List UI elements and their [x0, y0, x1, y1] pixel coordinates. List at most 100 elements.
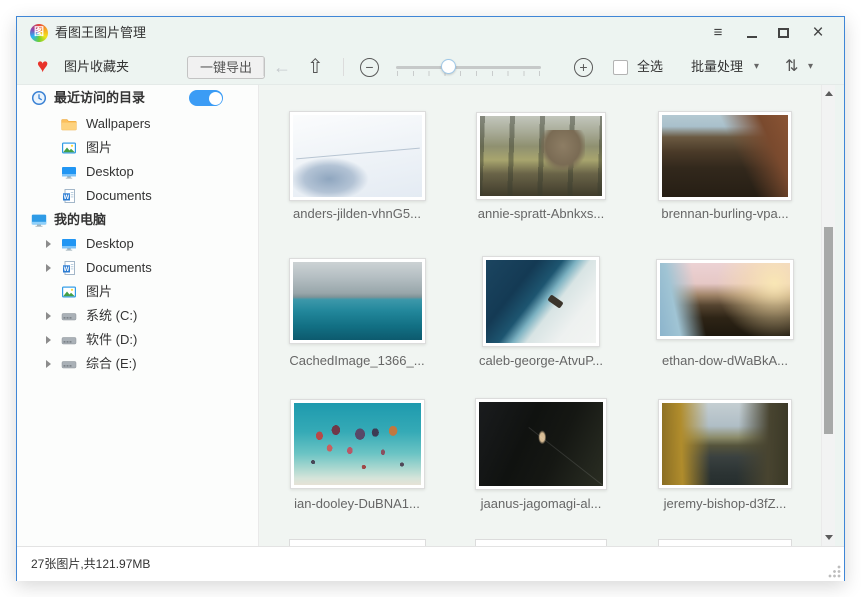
thumbnail-card-partial[interactable]	[289, 539, 426, 546]
thumbnail-card[interactable]	[290, 399, 425, 489]
back-button[interactable]: ←	[273, 49, 291, 85]
favorites-label[interactable]: 图片收藏夹	[64, 49, 129, 85]
export-button[interactable]: 一键导出	[187, 56, 265, 79]
thumbnail-filename[interactable]: caleb-george-AtvuP...	[451, 353, 631, 368]
expand-arrow-icon[interactable]	[46, 312, 51, 320]
scroll-up-icon[interactable]	[825, 91, 833, 96]
sidebar-header-computer[interactable]: 我的电脑	[17, 208, 259, 232]
sidebar-item-wallpapers[interactable]: Wallpapers	[17, 112, 259, 136]
thumbnail-card-partial[interactable]	[475, 539, 607, 546]
sidebar-item-label: 图片	[86, 280, 112, 304]
expand-arrow-icon[interactable]	[46, 336, 51, 344]
sidebar-item-drive-c[interactable]: 系统 (C:)	[17, 304, 259, 328]
thumbnail-filename[interactable]: jeremy-bishop-d3fZ...	[635, 496, 815, 511]
slider-ticks	[397, 71, 541, 76]
minimize-button[interactable]	[737, 17, 767, 49]
menu-button[interactable]: ≡	[703, 17, 733, 49]
pictures-icon	[61, 140, 77, 156]
thumbnail-card[interactable]	[482, 256, 600, 347]
slider-thumb[interactable]	[441, 59, 456, 74]
thumbnail-card-partial[interactable]	[658, 539, 792, 546]
clock-icon	[31, 90, 47, 106]
app-window: 图 看图王图片管理 ≡ × ♥ 图片收藏夹 一键导出 ← ⇧ − + 全选 批量…	[16, 16, 845, 581]
app-icon: 图	[30, 24, 48, 42]
recent-toggle[interactable]	[189, 90, 223, 106]
thumbnail-photo	[480, 116, 602, 196]
svg-text:W: W	[64, 267, 70, 273]
resize-grip[interactable]	[828, 565, 841, 578]
sidebar-item-computer-desktop[interactable]: Desktop	[17, 232, 259, 256]
computer-icon	[31, 212, 47, 228]
thumbnail-photo	[479, 402, 603, 486]
main-area: 最近访问的目录 Wallpapers 图片 Desktop W Document…	[17, 85, 844, 546]
thumbnail-card[interactable]	[289, 111, 426, 201]
sidebar-item-computer-documents[interactable]: W Documents	[17, 256, 259, 280]
thumbnail-photo	[294, 403, 421, 485]
thumbnail-filename[interactable]: ethan-dow-dWaBkA...	[635, 353, 815, 368]
sidebar-item-label: Documents	[86, 256, 152, 280]
select-all-checkbox[interactable]	[613, 60, 628, 75]
drive-icon	[61, 356, 77, 372]
sidebar-item-label: 图片	[86, 136, 112, 160]
scroll-down-icon[interactable]	[825, 535, 833, 540]
thumbnail-card[interactable]	[658, 111, 792, 201]
thumbnail-filename[interactable]: anders-jilden-vhnG5...	[267, 206, 447, 221]
zoom-out-button[interactable]: −	[360, 58, 379, 77]
heart-icon: ♥	[37, 49, 48, 85]
sidebar: 最近访问的目录 Wallpapers 图片 Desktop W Document…	[17, 85, 259, 546]
sidebar-item-label: 综合 (E:)	[86, 352, 137, 376]
slider-track[interactable]	[396, 66, 541, 69]
thumbnail-filename[interactable]: CachedImage_1366_...	[267, 353, 447, 368]
sidebar-item-desktop[interactable]: Desktop	[17, 160, 259, 184]
recent-header-label: 最近访问的目录	[54, 86, 145, 110]
folder-icon	[61, 116, 77, 132]
chevron-down-icon[interactable]: ▾	[754, 49, 759, 85]
expand-arrow-icon[interactable]	[46, 264, 51, 272]
scrollbar[interactable]	[821, 85, 835, 546]
thumbnail-filename[interactable]: ian-dooley-DuBNA1...	[267, 496, 447, 511]
close-icon: ×	[812, 22, 823, 43]
thumbnail-card[interactable]	[476, 112, 606, 200]
scroll-thumb[interactable]	[824, 227, 833, 434]
sidebar-item-drive-e[interactable]: 综合 (E:)	[17, 352, 259, 376]
sidebar-header-recent[interactable]: 最近访问的目录	[17, 86, 259, 110]
toolbar-divider	[343, 58, 344, 76]
document-icon: W	[61, 260, 77, 276]
sidebar-item-label: Wallpapers	[86, 112, 151, 136]
sidebar-item-pictures[interactable]: 图片	[17, 136, 259, 160]
thumbnail-card[interactable]	[658, 399, 792, 489]
close-button[interactable]: ×	[803, 17, 833, 49]
select-all-label[interactable]: 全选	[637, 49, 663, 85]
home-button[interactable]: ⇧	[307, 49, 324, 85]
maximize-icon	[778, 28, 789, 38]
thumbnail-filename[interactable]: annie-spratt-Abnkxs...	[451, 206, 631, 221]
maximize-button[interactable]	[768, 17, 798, 49]
drive-icon	[61, 332, 77, 348]
zoom-slider[interactable]	[396, 49, 541, 85]
window-title: 看图王图片管理	[55, 17, 146, 49]
sidebar-item-documents[interactable]: W Documents	[17, 184, 259, 208]
chevron-down-icon[interactable]: ▾	[808, 49, 813, 85]
thumbnail-photo	[662, 403, 788, 485]
thumbnail-card[interactable]	[475, 398, 607, 490]
thumbnail-filename[interactable]: brennan-burling-vpa...	[635, 206, 815, 221]
menu-icon: ≡	[714, 24, 723, 41]
sidebar-item-label: Desktop	[86, 160, 134, 184]
expand-arrow-icon[interactable]	[46, 240, 51, 248]
desktop-icon	[61, 236, 77, 252]
sidebar-item-label: Desktop	[86, 232, 134, 256]
computer-header-label: 我的电脑	[54, 208, 106, 232]
sort-button[interactable]: ⇅	[785, 49, 798, 85]
sidebar-item-drive-d[interactable]: 软件 (D:)	[17, 328, 259, 352]
thumbnail-card[interactable]	[289, 258, 426, 344]
expand-arrow-icon[interactable]	[46, 360, 51, 368]
thumbnail-photo	[293, 262, 422, 340]
thumbnail-photo	[486, 260, 596, 343]
thumbnail-filename[interactable]: jaanus-jagomagi-al...	[451, 496, 631, 511]
statusbar: 27张图片,共121.97MB	[17, 546, 844, 581]
sidebar-item-computer-pictures[interactable]: 图片	[17, 280, 259, 304]
zoom-in-button[interactable]: +	[574, 58, 593, 77]
thumbnail-card[interactable]	[656, 259, 794, 340]
sidebar-item-label: 软件 (D:)	[86, 328, 137, 352]
batch-menu[interactable]: 批量处理	[691, 49, 743, 85]
